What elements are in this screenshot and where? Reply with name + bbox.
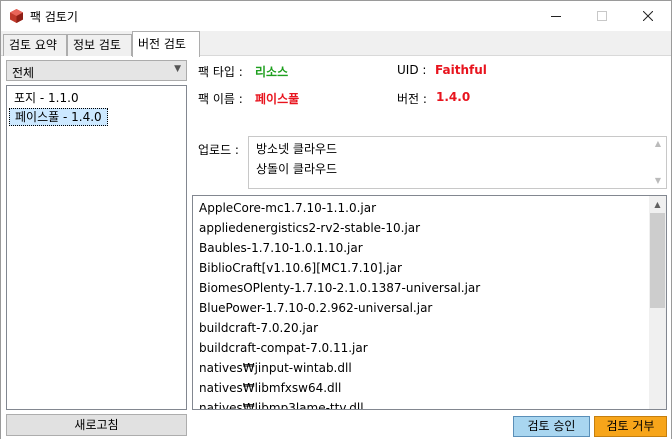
list-item-selected[interactable]: 페이스풀 - 1.4.0 bbox=[9, 108, 108, 126]
maximize-icon bbox=[597, 11, 607, 21]
uid-label: UID : bbox=[397, 63, 427, 77]
pack-type-label: 팩 타입 : bbox=[198, 65, 243, 79]
list-item[interactable]: BiomesOPlenty-1.7.10-2.1.0.1387-universa… bbox=[199, 281, 480, 295]
approve-button[interactable]: 검토 승인 bbox=[513, 416, 590, 437]
uid-value: Faithful bbox=[435, 63, 487, 77]
uploader-list[interactable]: 방소넷 클라우드 상돌이 클라우드 ▲ ▼ bbox=[248, 136, 667, 189]
list-item[interactable]: BluePower-1.7.10-0.2.962-universal.jar bbox=[199, 301, 432, 315]
list-item[interactable]: buildcraft-compat-7.0.11.jar bbox=[199, 341, 368, 355]
list-item[interactable]: natives₩libmp3lame-ttv.dll bbox=[199, 401, 364, 409]
app-icon bbox=[10, 9, 23, 23]
list-item[interactable]: buildcraft-7.0.20.jar bbox=[199, 321, 318, 335]
list-item[interactable]: appliedenergistics2-rv2-stable-10.jar bbox=[199, 221, 420, 235]
list-item[interactable]: Baubles-1.7.10-1.0.1.10.jar bbox=[199, 241, 363, 255]
pack-name-label: 팩 이름 : bbox=[198, 92, 243, 106]
list-item[interactable]: natives₩libmfxsw64.dll bbox=[199, 381, 341, 395]
minimize-icon bbox=[551, 16, 561, 17]
list-item[interactable]: 포지 - 1.1.0 bbox=[9, 90, 84, 108]
uploader-item: 상돌이 클라우드 bbox=[256, 162, 338, 176]
file-list[interactable]: AppleCore-mc1.7.10-1.1.0.jar appliedener… bbox=[192, 195, 667, 410]
title-bar: 팩 검토기 bbox=[1, 1, 671, 31]
tab-strip: 검토 요약 정보 검토 버전 검토 bbox=[1, 31, 671, 57]
reject-button[interactable]: 검토 거부 bbox=[594, 416, 667, 437]
refresh-button[interactable]: 새로고침 bbox=[6, 414, 187, 436]
list-item[interactable]: BiblioCraft[v1.10.6][MC1.7.10].jar bbox=[199, 261, 402, 275]
tab-info-review[interactable]: 정보 검토 bbox=[67, 34, 132, 56]
scroll-up-icon[interactable]: ▲ bbox=[649, 196, 666, 213]
uploader-label: 업로드 : bbox=[198, 143, 239, 157]
pack-list[interactable]: 포지 - 1.1.0 페이스풀 - 1.4.0 bbox=[6, 85, 187, 410]
close-icon bbox=[643, 11, 653, 21]
file-list-scrollbar[interactable]: ▲ bbox=[649, 196, 666, 409]
filter-selected-value: 전체 bbox=[12, 66, 35, 80]
uploader-item: 방소넷 클라우드 bbox=[256, 142, 338, 156]
tab-review-summary[interactable]: 검토 요약 bbox=[3, 34, 67, 56]
minimize-button[interactable] bbox=[533, 1, 579, 31]
scroll-down-icon[interactable]: ▼ bbox=[653, 176, 663, 186]
list-item[interactable]: natives₩jinput-wintab.dll bbox=[199, 361, 352, 375]
pack-name-value: 페이스풀 bbox=[255, 92, 300, 106]
tab-version-review[interactable]: 버전 검토 bbox=[132, 31, 200, 57]
filter-dropdown[interactable]: 전체 ▼ bbox=[6, 60, 187, 81]
version-label: 버전 : bbox=[397, 92, 427, 106]
close-button[interactable] bbox=[625, 1, 671, 31]
list-item[interactable]: AppleCore-mc1.7.10-1.1.0.jar bbox=[199, 201, 376, 215]
chevron-down-icon: ▼ bbox=[174, 64, 181, 74]
scroll-thumb[interactable] bbox=[650, 213, 665, 308]
scroll-up-icon[interactable]: ▲ bbox=[653, 139, 663, 149]
window-title: 팩 검토기 bbox=[30, 10, 78, 24]
maximize-button[interactable] bbox=[579, 1, 625, 31]
app-window: 팩 검토기 검토 요약 정보 검토 버전 검토 전체 ▼ 포지 - 1.1.0 … bbox=[0, 0, 672, 439]
version-review-panel: 전체 ▼ 포지 - 1.1.0 페이스풀 - 1.4.0 새로고침 팩 타입 :… bbox=[1, 56, 671, 439]
pack-type-value: 리소스 bbox=[255, 65, 289, 79]
version-value: 1.4.0 bbox=[436, 90, 471, 104]
